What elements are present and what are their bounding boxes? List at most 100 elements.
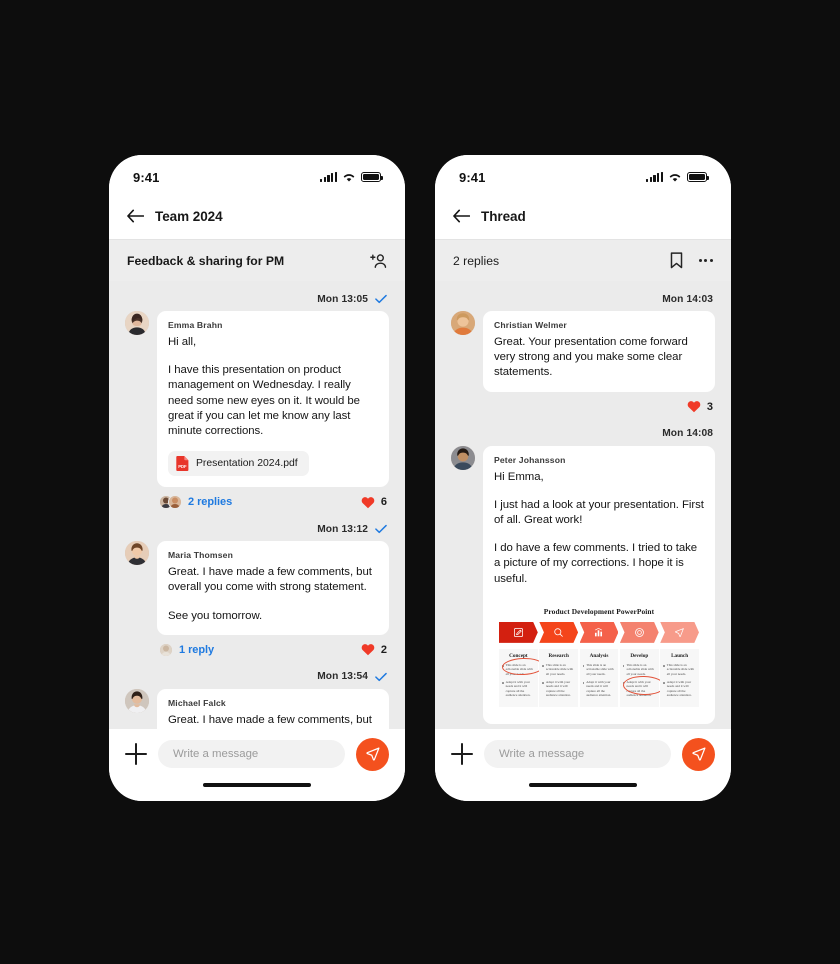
message-bubble: Peter Johansson Hi Emma, I just had a lo… [483,445,715,724]
paper-plane-icon [675,628,684,637]
reply-participant-avatars [159,495,182,510]
avatar[interactable] [451,445,475,470]
slide-title: Product Development PowerPoint [543,606,655,616]
message-body: Great. I have made a few comments, but o… [168,713,372,726]
slide-bullet: This slide is an actionable slide with a… [502,663,535,676]
message-row: Maria Thomsen Great. I have made a few c… [125,541,389,635]
status-time: 9:41 [459,169,486,185]
send-button[interactable] [682,737,715,771]
thread-replies-count: 2 replies [453,253,500,268]
cellular-bars-icon [645,172,663,182]
avatar[interactable] [125,688,149,713]
plus-icon[interactable] [125,743,147,765]
message-input[interactable] [158,740,345,768]
heart-count: 2 [380,643,387,656]
message-body: Hi all, I have this presentation on prod… [168,336,360,438]
message-body: Great. I have made a few comments, but o… [168,566,372,622]
more-horizontal-icon[interactable] [698,258,713,263]
phone-left-channel-view: 9:41 Team 2024 Feedback & sharing for PM… [109,155,405,801]
battery-full-icon [687,172,710,182]
home-indicator[interactable] [529,783,637,787]
status-bar-right: 9:41 [435,155,731,193]
message-reactions: 1 reply 2 [125,635,389,665]
send-paper-plane-icon [691,747,705,761]
slide-stage-chevron [660,621,699,643]
back-arrow-icon[interactable] [453,209,470,223]
slide-bullet: This slide is an actionable slide with a… [542,663,575,676]
message-meta: Mon 13:54 [125,667,389,687]
message-input[interactable] [484,740,671,768]
message-row: Michael Falck Great. I have made a few c… [125,688,389,729]
status-icons [645,172,710,183]
slide-bullet: This slide is an actionable slide with a… [622,663,656,676]
thread-subheader: 2 replies [435,239,731,281]
slide-stage-chevron [579,621,619,643]
message-row: Peter Johansson Hi Emma, I just had a lo… [451,445,715,724]
message-bubble: Michael Falck Great. I have made a few c… [157,688,389,729]
target-icon [634,627,644,637]
plus-icon[interactable] [451,743,473,765]
attachment-chip[interactable]: PDF Presentation 2024.pdf [168,451,309,477]
slide-column-heading: Analysis [589,652,609,659]
message-body: Hi Emma, I just had a look at your prese… [494,470,704,585]
wifi-icon [669,173,681,182]
phone-right-thread-view: 9:41 Thread 2 replies Mon 14:03 Christia… [435,155,731,801]
message-group: Mon 14:08 Peter Johansson Hi Emma, I just… [451,424,715,724]
checkmark-icon [375,294,387,304]
slide-columns: Concept This slide is an actionable slid… [499,648,699,707]
status-bar-left: 9:41 [109,155,405,193]
message-list-left[interactable]: Mon 13:05 Emma Brahn Hi all, I have this … [109,281,405,729]
pencil-edit-icon [513,627,523,637]
home-indicator-area [109,779,405,801]
heart-reaction[interactable]: 2 [361,643,387,656]
svg-text:PDF: PDF [178,464,187,469]
message-sender: Emma Brahn [168,320,223,330]
slide-image-attachment[interactable]: Product Development PowerPoint Concept T… [494,599,704,713]
slide-column: Analysis This slide is an actionable sli… [579,648,619,707]
message-list-right[interactable]: Mon 14:03 Christian Welmer Great. Your pr… [435,281,731,729]
status-icons [319,172,384,183]
add-person-icon[interactable] [370,253,387,269]
pdf-file-icon: PDF [176,456,189,472]
subheader-actions [670,252,713,269]
replies-link[interactable]: 1 reply [159,642,214,657]
page-title: Thread [481,208,526,224]
message-meta: Mon 13:12 [125,519,389,539]
heart-reaction[interactable]: 6 [361,496,387,509]
slide-bullet: This slide is an actionable slide with a… [663,663,696,676]
avatar[interactable] [125,311,149,335]
slide-bullet: Adapt it with your needs and it will cap… [663,680,696,698]
wifi-icon [343,173,355,182]
send-paper-plane-icon [365,747,379,761]
message-timestamp: Mon 13:54 [317,671,368,683]
message-timestamp: Mon 13:05 [317,293,368,305]
home-indicator[interactable] [203,783,311,787]
slide-column: Research This slide is an actionable sli… [539,648,579,707]
heart-reaction[interactable]: 3 [687,400,713,413]
send-button[interactable] [356,737,389,771]
slide-bullet: Adapt it with your needs and it will cap… [502,680,535,698]
slide-stage-chevron [499,621,538,643]
bookmark-icon[interactable] [670,252,683,269]
attachment-filename: Presentation 2024.pdf [196,458,298,470]
message-meta: Mon 14:08 [451,424,715,444]
channel-name: Feedback & sharing for PM [127,253,285,268]
slide-stage-chevron [539,621,579,643]
checkmark-icon [375,525,387,534]
avatar[interactable] [125,541,149,566]
composer-right [435,729,731,779]
slide-column-heading: Launch [671,652,689,659]
slide-column: Concept This slide is an actionable slid… [499,648,545,707]
back-arrow-icon[interactable] [127,209,144,223]
message-reactions: 3 [451,392,715,422]
slide-column: Launch This slide is an actionable slide… [660,648,699,707]
slide-stage-chevron [619,621,659,643]
home-indicator-area [435,779,731,801]
status-time: 9:41 [133,169,160,185]
heart-icon [361,644,375,656]
message-group: Mon 14:03 Christian Welmer Great. Your pr… [451,289,715,422]
avatar[interactable] [451,311,475,335]
replies-link[interactable]: 2 replies [159,495,232,510]
reply-participant-avatars [159,642,173,657]
checkmark-icon [375,672,387,681]
